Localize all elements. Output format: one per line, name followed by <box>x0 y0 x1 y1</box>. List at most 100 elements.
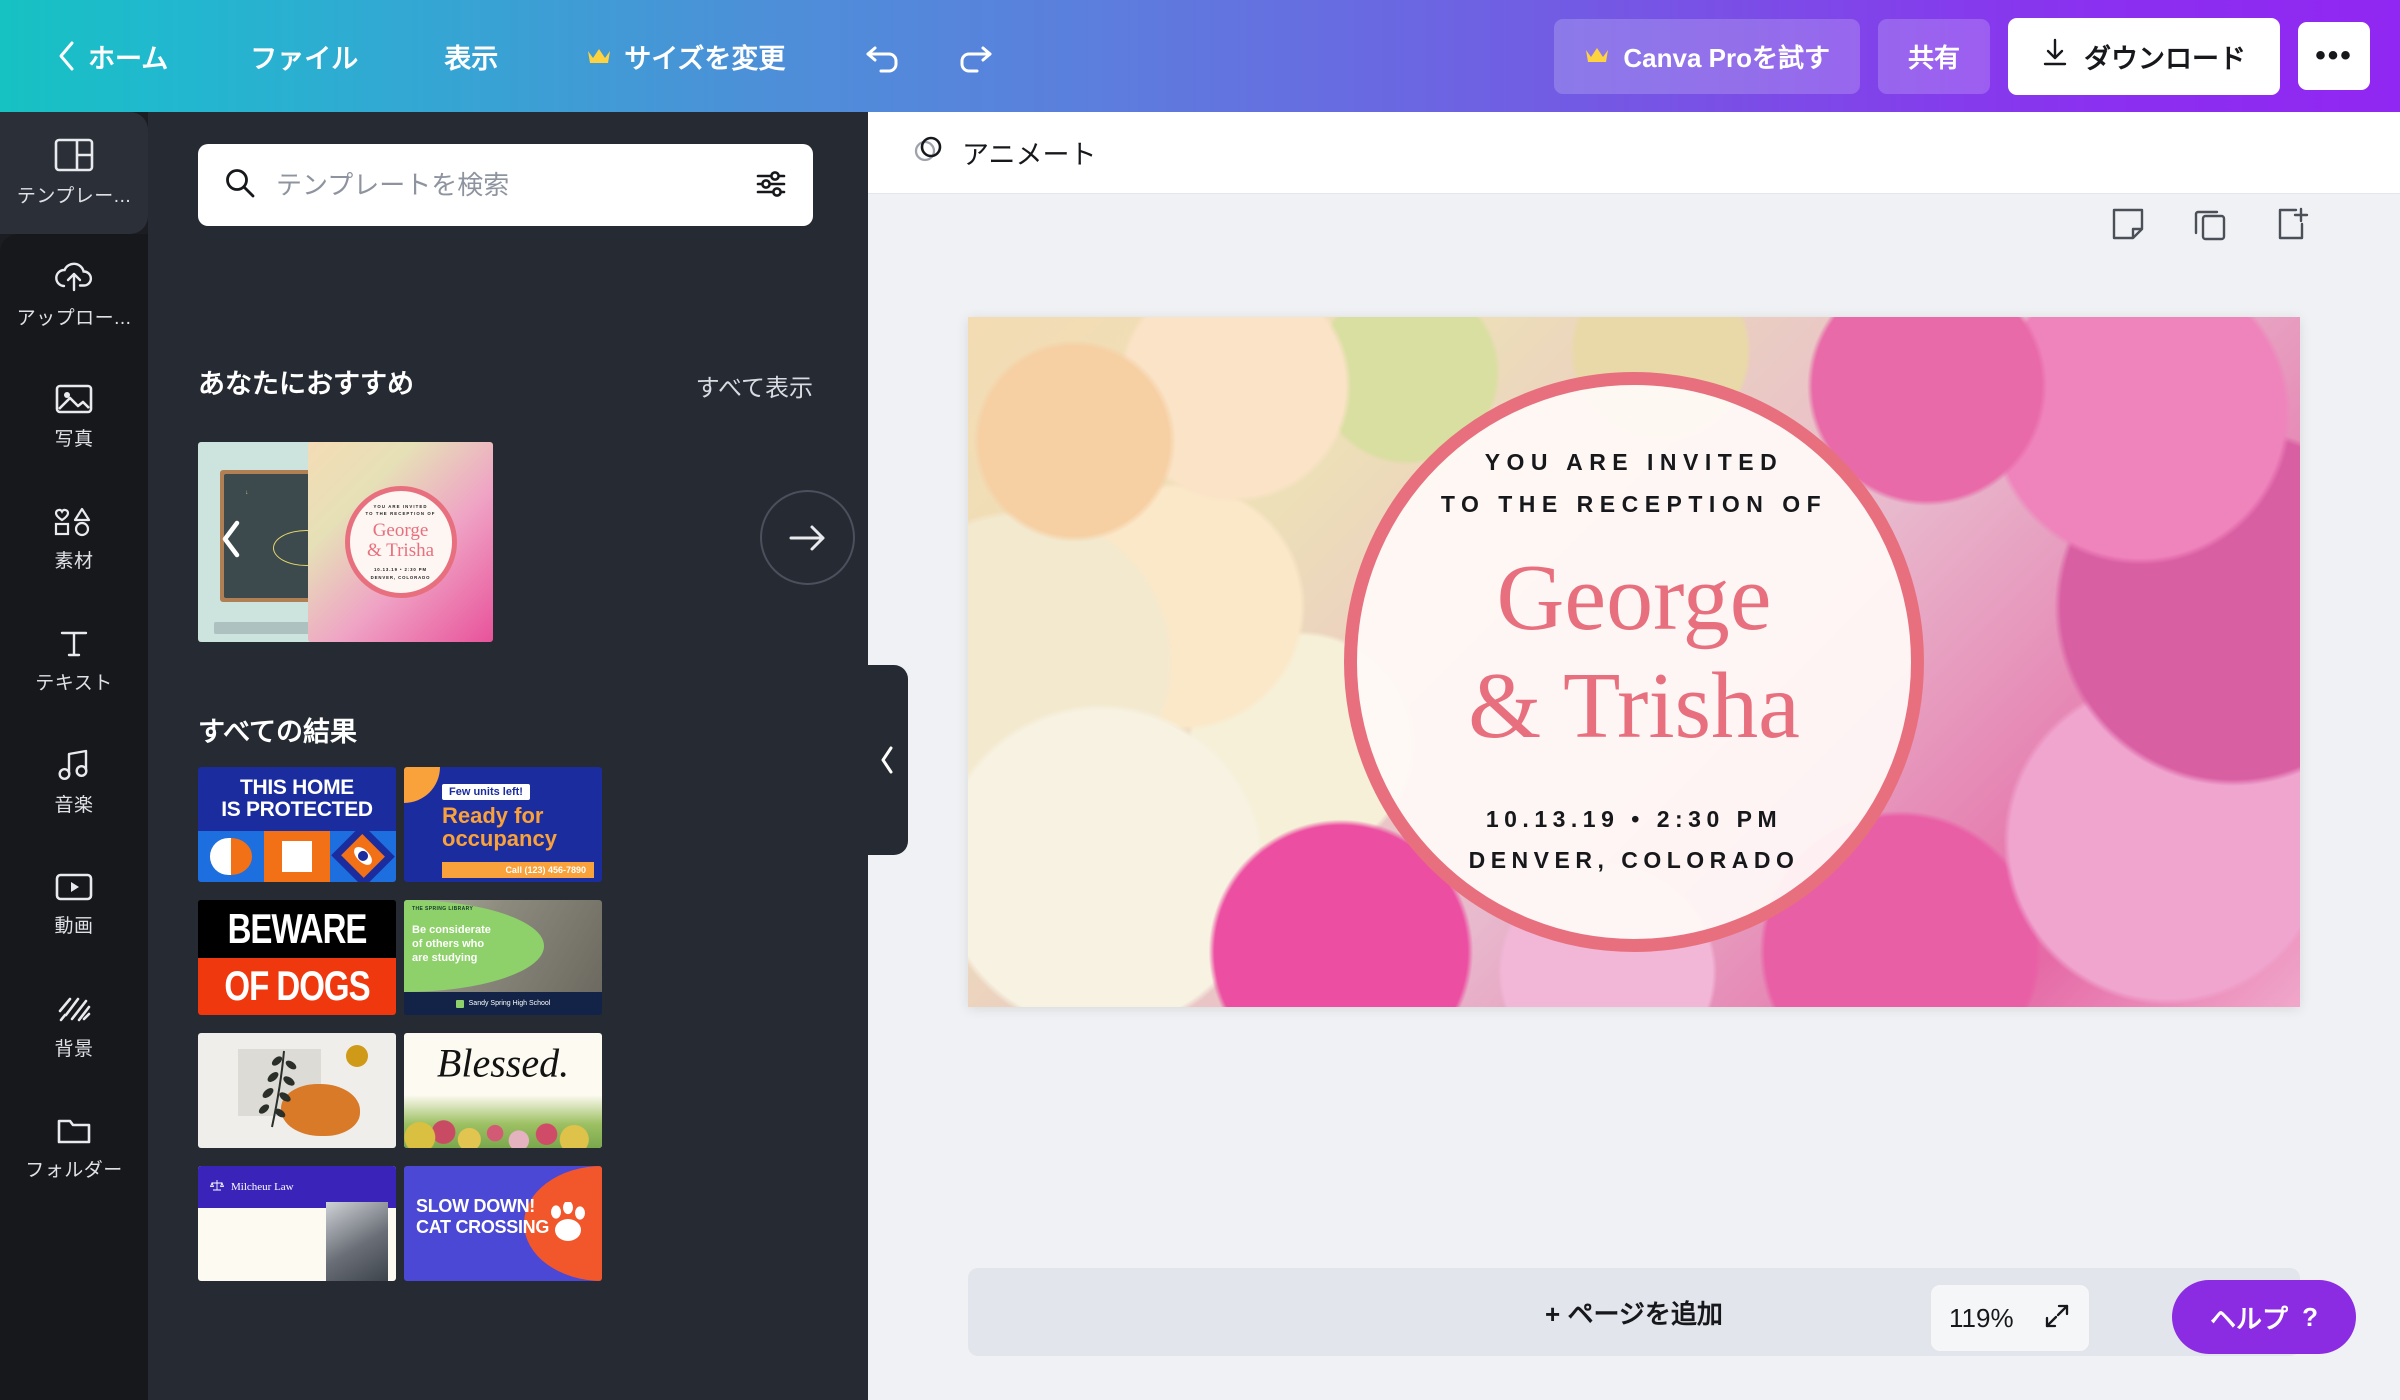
search-icon <box>224 167 256 204</box>
duplicate-page-icon[interactable] <box>2190 204 2230 244</box>
sidebar-label-photos: 写真 <box>54 429 94 450</box>
tpl5-title: Blessed. <box>436 1040 570 1086</box>
tpl7-line1: SLOW DOWN! <box>416 1196 535 1216</box>
share-button[interactable]: 共有 <box>1877 18 1990 94</box>
design-canvas-page[interactable]: YOU ARE INVITED TO THE RECEPTION OF Geor… <box>968 317 2300 1007</box>
resize-button[interactable]: サイズを変更 <box>568 27 803 86</box>
tpl3-logo-icon <box>455 999 464 1008</box>
undo-icon <box>865 39 903 73</box>
sidebar-item-folders[interactable]: フォルダー <box>0 1088 148 1210</box>
tpl2-line2: OF DOGS <box>224 962 370 1009</box>
template-card-this-home-is-protected[interactable]: THIS HOME IS PROTECTED <box>198 767 396 882</box>
template-card-abstract-plant-poster[interactable] <box>198 1033 396 1148</box>
upload-icon <box>53 260 95 294</box>
animate-icon <box>912 132 948 173</box>
carousel-next-button[interactable] <box>760 490 855 585</box>
templates-panel: あなたにおすすめ すべて表示 ↓ YOU ARE INVITED TO THE … <box>148 112 868 1400</box>
left-rail: テンプレー... アップロー... 写真 素材 テキスト 音楽 動画 背景 フォ… <box>0 112 148 1400</box>
template-card-milcheur-law[interactable]: Milcheur Law <box>198 1166 396 1281</box>
background-icon <box>56 993 92 1025</box>
zoom-value: 119% <box>1949 1302 2014 1333</box>
wedding-thumb-line1: YOU ARE INVITED <box>373 503 428 509</box>
wedding-thumb-date: 10.13.19 • 2:30 PM <box>373 567 428 572</box>
tpl0-line2: IS PROTECTED <box>221 797 373 821</box>
event-details: 10.13.19 • 2:30 PM DENVER, COLORADO <box>1469 799 1800 882</box>
wedding-thumb-name1: George <box>372 520 429 542</box>
tpl7-line2: CAT CROSSING <box>416 1217 550 1238</box>
folder-icon <box>56 1116 92 1146</box>
view-menu[interactable]: 表示 <box>426 27 516 86</box>
tpl6-portrait <box>326 1202 388 1281</box>
more-options-button[interactable]: ••• <box>2298 22 2370 90</box>
ellipsis-icon: ••• <box>2315 39 2353 72</box>
add-page-button[interactable]: + ページを追加 <box>968 1268 2300 1356</box>
search-input[interactable] <box>276 169 755 201</box>
sidebar-item-music[interactable]: 音楽 <box>0 722 148 844</box>
sidebar-item-background[interactable]: 背景 <box>0 966 148 1088</box>
recommended-carousel: ↓ YOU ARE INVITED TO THE RECEPTION OF Ge… <box>196 442 855 642</box>
recommended-card-wedding[interactable]: YOU ARE INVITED TO THE RECEPTION OF Geor… <box>308 442 493 642</box>
invite-heading: YOU ARE INVITED TO THE RECEPTION OF <box>1441 442 1827 525</box>
file-label: ファイル <box>250 43 359 74</box>
question-mark-icon: ? <box>2302 1301 2318 1332</box>
undo-button[interactable] <box>849 29 919 83</box>
sidebar-item-templates[interactable]: テンプレー... <box>0 112 148 234</box>
try-pro-label: Canva Proを試す <box>1623 42 1830 73</box>
sidebar-label-uploads: アップロー... <box>16 308 132 329</box>
add-page-label: + ページを追加 <box>1545 1298 1723 1329</box>
sidebar-item-elements[interactable]: 素材 <box>0 478 148 600</box>
redo-button[interactable] <box>939 29 1009 83</box>
add-page-icon[interactable] <box>2272 204 2312 244</box>
template-card-slow-down-cat-crossing[interactable]: SLOW DOWN! CAT CROSSING <box>404 1166 602 1281</box>
animate-label: アニメート <box>962 140 1097 170</box>
see-all-link[interactable]: すべて表示 <box>696 368 813 403</box>
template-card-library-be-considerate[interactable]: THE SPRING LIBRARY Be considerate of oth… <box>404 900 602 1015</box>
expand-icon[interactable] <box>2043 1302 2071 1335</box>
download-button[interactable]: ダウンロード <box>2008 17 2280 95</box>
invite-line-2: TO THE RECEPTION OF <box>1440 490 1828 517</box>
carousel-prev-button[interactable] <box>196 504 266 574</box>
download-icon <box>2042 38 2068 75</box>
music-icon <box>57 749 91 781</box>
video-icon <box>55 872 93 902</box>
tpl0-shape-eye <box>330 824 396 882</box>
animate-button[interactable]: アニメート <box>900 124 1108 181</box>
home-button[interactable]: ホーム <box>38 27 186 86</box>
crown-icon <box>1584 41 1610 72</box>
filter-icon[interactable] <box>755 168 787 203</box>
sidebar-item-uploads[interactable]: アップロー... <box>0 234 148 356</box>
redo-icon <box>955 39 993 73</box>
tpl1-cta: Call (123) 456-7890 <box>442 862 594 878</box>
tpl3-footer: Sandy Spring High School <box>468 1000 551 1007</box>
file-menu[interactable]: ファイル <box>232 27 376 86</box>
template-card-ready-for-occupancy[interactable]: Few units left! Ready for occupancy Call… <box>404 767 602 882</box>
photo-icon <box>55 383 93 415</box>
zoom-control[interactable]: 119% <box>1930 1284 2090 1352</box>
couple-names: George & Trisha <box>1468 551 1800 753</box>
template-card-blessed-floral[interactable]: Blessed. <box>404 1033 602 1148</box>
help-label: ヘルプ <box>2210 1303 2289 1334</box>
sidebar-label-elements: 素材 <box>54 551 94 572</box>
tpl2-line1: BEWARE <box>227 905 368 952</box>
paw-print-icon <box>551 1202 585 1241</box>
sidebar-item-video[interactable]: 動画 <box>0 844 148 966</box>
view-label: 表示 <box>444 43 499 74</box>
help-button[interactable]: ヘルプ ? <box>2172 1280 2356 1354</box>
canvas-toolbar: アニメート <box>868 112 2400 194</box>
try-canva-pro-button[interactable]: Canva Proを試す <box>1554 18 1860 94</box>
sidebar-label-video: 動画 <box>54 916 94 937</box>
template-card-beware-of-dogs[interactable]: BEWARE OF DOGS <box>198 900 396 1015</box>
sidebar-label-folders: フォルダー <box>25 1160 123 1181</box>
topbar-right-group: Canva Proを試す 共有 ダウンロード ••• <box>1554 17 2400 95</box>
name-second: & Trisha <box>1468 654 1800 758</box>
sidebar-item-text[interactable]: テキスト <box>0 600 148 722</box>
sidebar-label-text: テキスト <box>35 673 113 694</box>
sidebar-item-photos[interactable]: 写真 <box>0 356 148 478</box>
panel-collapse-handle[interactable] <box>868 665 908 855</box>
notes-icon[interactable] <box>2108 204 2148 244</box>
event-location: DENVER, COLORADO <box>1468 847 1800 874</box>
tpl3-line2: of others who <box>412 937 485 950</box>
wedding-thumb-place: DENVER, COLORADO <box>370 574 431 580</box>
download-label: ダウンロード <box>2084 43 2246 74</box>
search-bar[interactable] <box>198 144 813 226</box>
